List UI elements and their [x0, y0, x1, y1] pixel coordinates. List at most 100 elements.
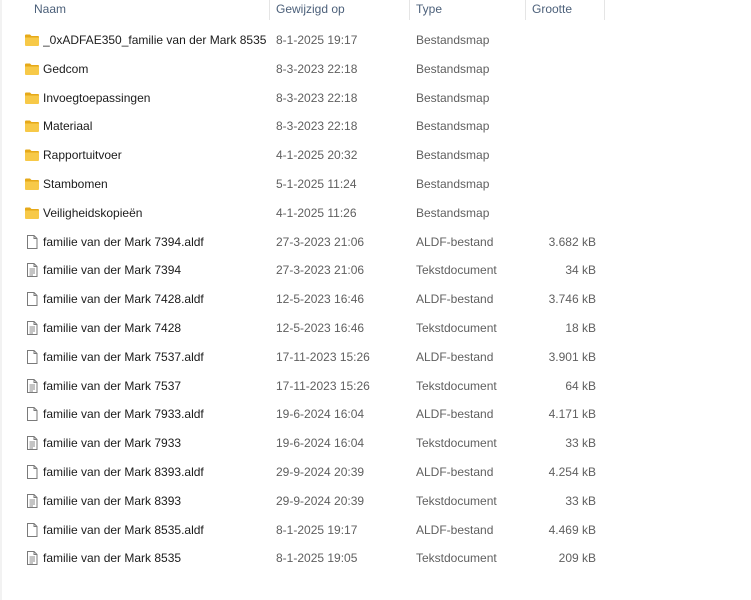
text-file-icon — [24, 320, 40, 336]
folder-row[interactable]: Gedcom 8-3-2023 22:18 Bestandsmap — [0, 55, 751, 84]
item-type: ALDF-bestand — [416, 464, 494, 479]
item-date-modified: 19-6-2024 16:04 — [276, 407, 365, 422]
file-icon — [24, 291, 40, 307]
text-file-icon — [24, 262, 40, 278]
item-name: familie van der Mark 8535.aldf — [43, 522, 204, 537]
item-size: 33 kB — [565, 493, 596, 508]
item-name: familie van der Mark 7537 — [43, 378, 182, 393]
folder-row[interactable]: _0xADFAE350_familie van der Mark 8535 8-1… — [0, 26, 751, 55]
item-size: 3.746 kB — [548, 292, 596, 307]
item-size: 4.254 kB — [548, 464, 596, 479]
item-type: ALDF-bestand — [416, 407, 494, 422]
item-date-modified: 27-3-2023 21:06 — [276, 234, 365, 249]
folder-row[interactable]: Invoegtoepassingen 8-3-2023 22:18 Bestands… — [0, 84, 751, 113]
item-name: familie van der Mark 7537.aldf — [43, 349, 204, 364]
file-row[interactable]: familie van der Mark 7933.aldf 19-6-2024 … — [0, 400, 751, 429]
folder-icon — [24, 32, 40, 48]
item-size: 4.171 kB — [548, 407, 596, 422]
item-type: Bestandsmap — [416, 61, 490, 76]
file-icon — [24, 349, 40, 365]
item-type: Tekstdocument — [416, 436, 497, 451]
item-type: ALDF-bestand — [416, 234, 494, 249]
item-date-modified: 12-5-2023 16:46 — [276, 292, 365, 307]
file-row[interactable]: familie van der Mark 7537 17-11-2023 15:2… — [0, 372, 751, 401]
item-type: Tekstdocument — [416, 263, 497, 278]
item-date-modified: 4-1-2025 20:32 — [276, 148, 358, 163]
file-row[interactable]: familie van der Mark 7428 12-5-2023 16:46… — [0, 314, 751, 343]
folder-row[interactable]: Rapportuitvoer 4-1-2025 20:32 Bestandsmap — [0, 141, 751, 170]
file-icon — [24, 406, 40, 422]
item-size: 33 kB — [565, 436, 596, 451]
folder-row[interactable]: Materiaal 8-3-2023 22:18 Bestandsmap — [0, 112, 751, 141]
file-row[interactable]: familie van der Mark 8393.aldf 29-9-2024 … — [0, 458, 751, 487]
folder-row[interactable]: Stambomen 5-1-2025 11:24 Bestandsmap — [0, 170, 751, 199]
item-date-modified: 8-3-2023 22:18 — [276, 90, 358, 105]
item-type: ALDF-bestand — [416, 522, 494, 537]
item-size: 64 kB — [565, 378, 596, 393]
column-header-size[interactable]: Grootte — [526, 0, 604, 21]
item-size — [526, 26, 596, 55]
file-explorer-list-view: Naam Gewijzigd op Type Grootte _0xADFAE3… — [0, 0, 751, 600]
item-size: 3.901 kB — [548, 349, 596, 364]
item-size — [526, 199, 596, 228]
text-file-icon — [24, 435, 40, 451]
item-date-modified: 19-6-2024 16:04 — [276, 436, 365, 451]
item-size: 209 kB — [558, 551, 596, 566]
item-date-modified: 8-3-2023 22:18 — [276, 119, 358, 134]
column-header-date-modified[interactable]: Gewijzigd op — [270, 0, 409, 21]
file-row[interactable]: familie van der Mark 7428.aldf 12-5-2023 … — [0, 285, 751, 314]
item-name: familie van der Mark 7394.aldf — [43, 234, 204, 249]
item-size: 3.682 kB — [548, 234, 596, 249]
file-row[interactable]: familie van der Mark 7394.aldf 27-3-2023 … — [0, 228, 751, 257]
item-type: Bestandsmap — [416, 176, 490, 191]
column-header-type[interactable]: Type — [410, 0, 525, 21]
item-date-modified: 5-1-2025 11:24 — [276, 176, 357, 191]
item-date-modified: 17-11-2023 15:26 — [276, 378, 370, 393]
item-date-modified: 4-1-2025 11:26 — [276, 205, 357, 220]
item-type: ALDF-bestand — [416, 349, 494, 364]
item-size — [526, 55, 596, 84]
item-type: Bestandsmap — [416, 90, 490, 105]
item-date-modified: 29-9-2024 20:39 — [276, 464, 365, 479]
file-row[interactable]: familie van der Mark 8535.aldf 8-1-2025 1… — [0, 516, 751, 545]
file-list: _0xADFAE350_familie van der Mark 8535 8-1… — [0, 26, 751, 573]
item-date-modified: 12-5-2023 16:46 — [276, 320, 365, 335]
item-name: familie van der Mark 8393.aldf — [43, 464, 204, 479]
item-name: familie van der Mark 7933 — [43, 436, 182, 451]
item-type: Tekstdocument — [416, 551, 497, 566]
item-type: Tekstdocument — [416, 378, 497, 393]
file-row[interactable]: familie van der Mark 7933 19-6-2024 16:04… — [0, 429, 751, 458]
item-date-modified: 17-11-2023 15:26 — [276, 349, 370, 364]
item-name: Invoegtoepassingen — [43, 90, 151, 105]
file-row[interactable]: familie van der Mark 7537.aldf 17-11-2023… — [0, 343, 751, 372]
item-date-modified: 27-3-2023 21:06 — [276, 263, 365, 278]
item-date-modified: 8-3-2023 22:18 — [276, 61, 358, 76]
item-size: 18 kB — [565, 320, 596, 335]
column-divider[interactable] — [604, 0, 605, 20]
item-type: Bestandsmap — [416, 33, 490, 47]
column-header-name[interactable]: Naam — [28, 0, 269, 21]
file-row[interactable]: familie van der Mark 7394 27-3-2023 21:06… — [0, 256, 751, 285]
file-row[interactable]: familie van der Mark 8393 29-9-2024 20:39… — [0, 487, 751, 516]
item-size — [526, 170, 596, 199]
file-icon — [24, 464, 40, 480]
item-type: Tekstdocument — [416, 493, 497, 508]
text-file-icon — [24, 493, 40, 509]
folder-row[interactable]: Veiligheidskopieën 4-1-2025 11:26 Bestands… — [0, 199, 751, 228]
item-size — [526, 112, 596, 141]
item-size — [526, 141, 596, 170]
file-icon — [24, 234, 40, 250]
item-name: familie van der Mark 7394 — [43, 263, 182, 278]
column-header-bar: Naam Gewijzigd op Type Grootte — [0, 0, 751, 21]
item-type: Bestandsmap — [416, 205, 490, 220]
item-date-modified: 8-1-2025 19:17 — [276, 522, 358, 537]
text-file-icon — [24, 378, 40, 394]
folder-icon — [24, 118, 40, 134]
file-row[interactable]: familie van der Mark 8535 8-1-2025 19:05 T… — [0, 544, 751, 573]
item-size: 34 kB — [565, 263, 596, 278]
item-date-modified: 8-1-2025 19:17 — [276, 33, 358, 47]
item-name: familie van der Mark 7428.aldf — [43, 292, 204, 307]
folder-icon — [24, 147, 40, 163]
item-name: familie van der Mark 7428 — [43, 320, 182, 335]
folder-icon — [24, 205, 40, 221]
